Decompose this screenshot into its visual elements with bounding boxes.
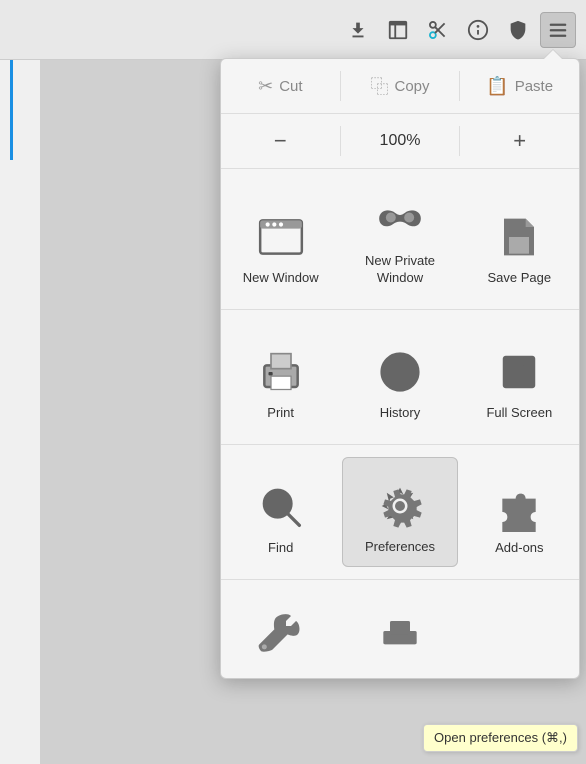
zoom-decrease-label: − [274,128,287,154]
print-label: Print [267,405,294,422]
new-window-button[interactable]: New Window [223,181,338,297]
zoom-value: 100% [341,132,460,150]
add-ons-button[interactable]: Add-ons [462,457,577,567]
scissors-tool-icon[interactable] [420,12,456,48]
scissors-icon: ✂ [258,76,273,97]
new-window-label: New Window [243,270,319,287]
save-page-label: Save Page [488,270,552,287]
preferences-label: Preferences [365,539,435,556]
history-label: History [380,405,420,422]
tools-button[interactable] [223,592,338,666]
page-background [0,60,40,764]
clipboard-row: ✂ Cut ⿻ Copy 📋 Paste [221,59,579,114]
full-screen-label: Full Screen [486,405,552,422]
screenshot-button[interactable] [342,592,457,666]
menu-icon[interactable] [540,12,576,48]
cut-button[interactable]: ✂ Cut [221,72,340,101]
copy-icon: ⿻ [370,73,388,99]
paste-label: Paste [515,78,553,95]
zoom-increase-button[interactable]: + [460,124,579,158]
zoom-row: − 100% + [221,114,579,169]
shield-icon[interactable] [500,12,536,48]
menu-row-2: Print History [221,310,579,445]
panel-icon[interactable] [380,12,416,48]
find-label: Find [268,540,293,557]
find-button[interactable]: Find [223,457,338,567]
add-ons-label: Add-ons [495,540,543,557]
copy-button[interactable]: ⿻ Copy [341,69,460,103]
save-page-button[interactable]: Save Page [462,181,577,297]
browser-toolbar [0,0,586,60]
full-screen-button[interactable]: Full Screen [462,322,577,432]
preferences-tooltip: Open preferences (⌘,) [423,724,578,752]
zoom-decrease-button[interactable]: − [221,124,340,158]
preferences-button[interactable]: Preferences [342,457,457,567]
menu-row-4 [221,580,579,678]
info-icon[interactable] [460,12,496,48]
empty-slot [462,592,577,666]
cut-label: Cut [279,78,302,95]
page-blue-line [10,60,13,160]
menu-row-1: New Window New PrivateWindow Save Page [221,169,579,310]
menu-panel: ✂ Cut ⿻ Copy 📋 Paste − 100% + [220,58,580,679]
menu-row-3: Find Preferences [221,445,579,580]
zoom-increase-label: + [513,128,526,154]
new-private-window-button[interactable]: New PrivateWindow [342,181,457,297]
history-button[interactable]: History [342,322,457,432]
tooltip-text: Open preferences (⌘,) [434,730,567,745]
paste-button[interactable]: 📋 Paste [460,72,579,101]
download-icon[interactable] [340,12,376,48]
copy-label: Copy [394,78,429,95]
new-private-window-label: New PrivateWindow [365,253,435,287]
print-button[interactable]: Print [223,322,338,432]
paste-icon: 📋 [486,76,508,97]
